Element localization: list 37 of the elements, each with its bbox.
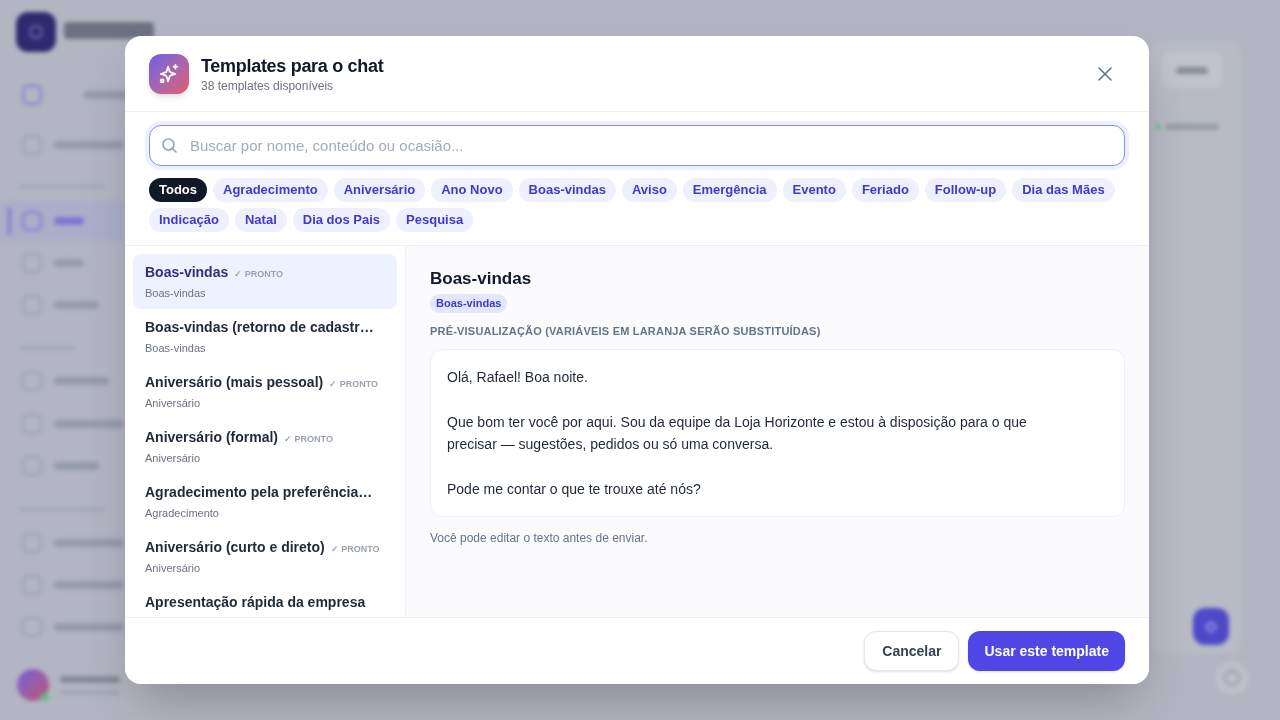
template-list-item[interactable]: Boas-vindas (retorno de cadastr… Boas-vindas [133, 309, 397, 364]
search-field[interactable]: Buscar por nome, conteúdo ou ocasião... [149, 125, 1125, 166]
preview-label: PRÉ-VISUALIZAÇÃO (VARIÁVEIS EM LARANJA SERÃO SUBSTITUÍDAS) [430, 324, 821, 338]
template-list-item[interactable]: Aniversário (curto e direto) ✓ PRONTO Aniversário [133, 529, 397, 584]
template-list-item[interactable]: Apresentação rápida da empresa [133, 584, 397, 617]
edit-hint: Você pode editar o texto antes de enviar. [430, 530, 648, 546]
filter-chip[interactable]: Follow-up [924, 178, 1007, 202]
filter-chip[interactable]: Dia das Mães [1012, 178, 1115, 202]
dialog-subtitle: 38 templates disponíveis [201, 77, 335, 94]
category-tag: Boas-vindas [430, 294, 508, 313]
filter-chip[interactable]: Agradecimento [213, 178, 328, 202]
template-list-item[interactable]: Boas-vindas ✓ PRONTO Boas-vindas [133, 254, 397, 309]
filter-chip[interactable]: Pesquisa [396, 208, 474, 232]
filter-chip[interactable]: Feriado [851, 178, 919, 202]
filter-chip[interactable]: Todos [149, 178, 208, 202]
template-list-item[interactable]: Agradecimento pela preferência… Agradecimento [133, 474, 397, 529]
message-paragraph: Pode me contar o que te trouxe até nós? [447, 479, 702, 499]
message-paragraph: Olá, Rafael! Boa noite. [447, 368, 589, 387]
filter-chip[interactable]: Dia dos Pais [292, 208, 391, 232]
sparkles-icon [149, 53, 189, 94]
filter-chip[interactable]: Indicação [149, 208, 229, 232]
filter-chip[interactable]: Aniversário [333, 178, 426, 202]
template-list-item[interactable]: Aniversário (mais pessoal) ✓ PRONTO Aniversário [133, 364, 397, 419]
template-list-item[interactable]: Aniversário (formal) ✓ PRONTO Aniversário [133, 419, 397, 474]
dialog-title: Templates para o chat [201, 54, 384, 78]
message-paragraph: Que bom ter você por aqui. Sou da equipe da Loja Horizonte e estou à disposição para o que precisar — sugestões, pedidos ou só uma conversa. [447, 412, 1028, 454]
filter-chip[interactable]: Aviso [621, 178, 677, 202]
cancel-button[interactable]: Cancelar [864, 631, 960, 671]
use-template-button[interactable]: Usar este template [968, 631, 1125, 671]
search-icon [162, 138, 177, 153]
close-icon [1098, 66, 1112, 81]
filter-chip[interactable]: Evento [782, 178, 846, 202]
filter-chip[interactable]: Emergência [682, 178, 777, 202]
filter-chip[interactable]: Ano Novo [431, 178, 513, 202]
filter-chip[interactable]: Natal [234, 208, 287, 232]
filter-chip[interactable]: Boas-vindas [518, 178, 616, 202]
preview-title: Boas-vindas [430, 268, 532, 290]
